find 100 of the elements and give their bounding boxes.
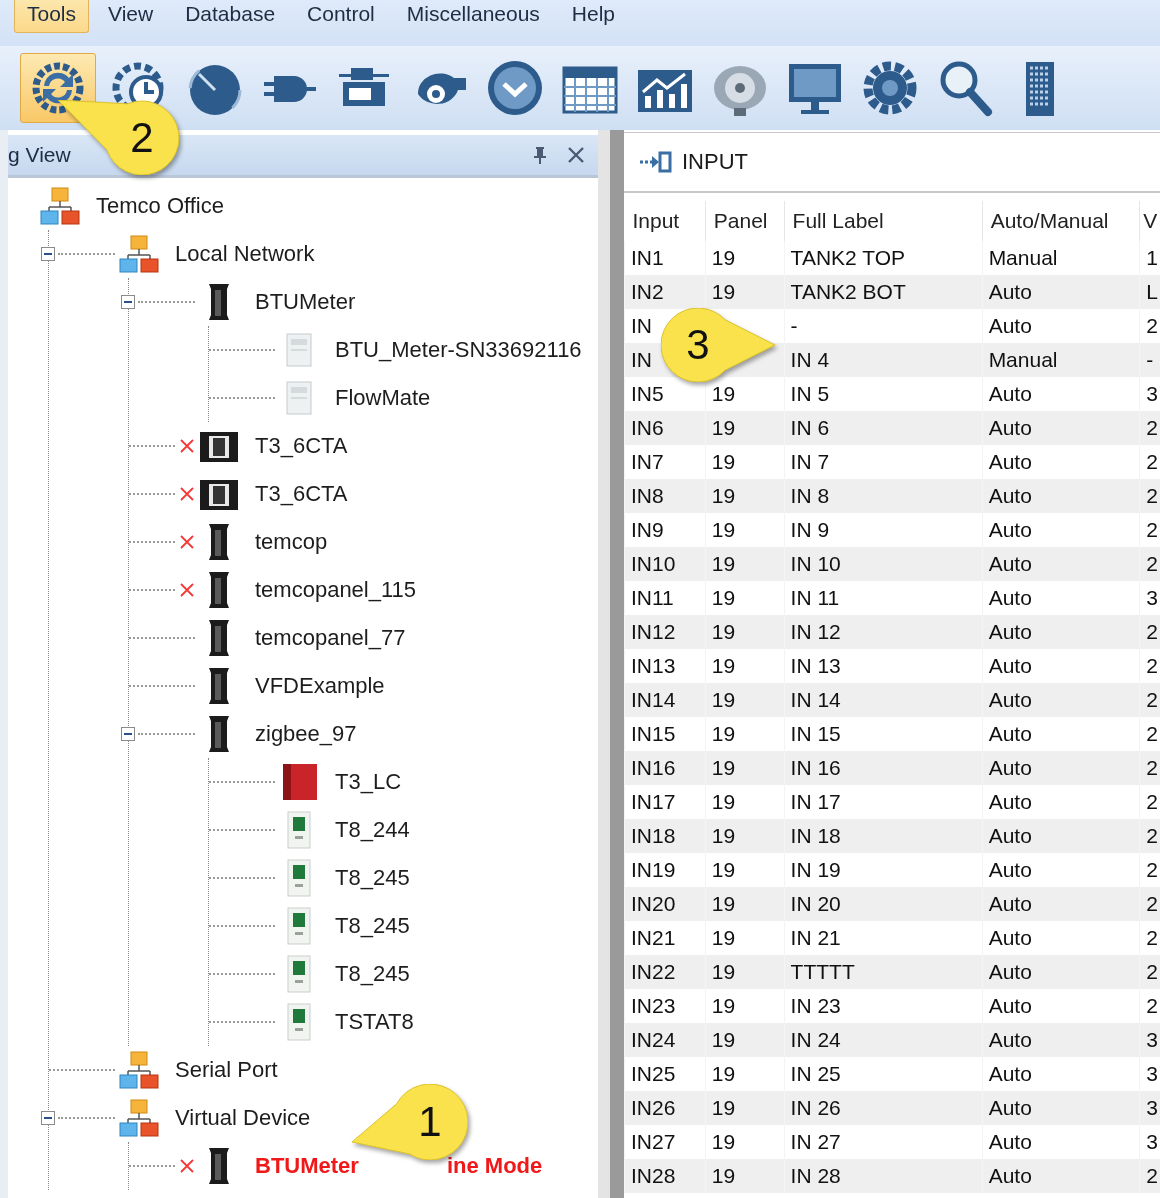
column-header[interactable]: Panel — [705, 201, 785, 241]
table-cell: Manual — [982, 343, 1140, 377]
tree-item[interactable]: TSTAT8 — [335, 1009, 414, 1035]
table-cell: TTTTT — [784, 955, 983, 989]
table-cell: IN 26 — [784, 1091, 983, 1125]
table-cell: 19 — [705, 751, 785, 785]
tree-item[interactable]: temcop — [255, 529, 328, 555]
input-icon — [638, 150, 672, 174]
table-cell: 2 — [1139, 955, 1160, 989]
expander-button[interactable] — [121, 727, 135, 741]
table-cell: 2 — [1139, 887, 1160, 921]
table-cell: Auto — [982, 1159, 1140, 1193]
tree-item[interactable]: T8_245 — [335, 865, 410, 891]
table-cell: Auto — [982, 955, 1140, 989]
table-cell: IN 24 — [784, 1023, 983, 1057]
table-cell: 19 — [705, 819, 785, 853]
table-cell: IN2 — [624, 275, 706, 309]
table-cell: Auto — [982, 1023, 1140, 1057]
table-cell: IN 8 — [784, 479, 983, 513]
table-cell: IN22 — [624, 955, 706, 989]
tree-item[interactable]: Local Network — [175, 241, 315, 267]
table-cell: Auto — [982, 683, 1140, 717]
tree-item[interactable]: Virtual Device — [175, 1105, 311, 1131]
table-cell: IN 12 — [784, 615, 983, 649]
menu-item[interactable]: Help — [558, 0, 629, 33]
column-header[interactable]: Full Label — [784, 201, 983, 241]
tree-item[interactable]: BTUMeter — [255, 289, 356, 315]
tree-item[interactable]: T3_LC — [335, 769, 402, 795]
table-cell: Auto — [982, 479, 1140, 513]
network-icon — [119, 1050, 159, 1090]
table-cell: 2 — [1139, 683, 1160, 717]
table-cell: 19 — [705, 1023, 785, 1057]
table-cell: 19 — [705, 275, 785, 309]
expander-button[interactable] — [41, 247, 55, 261]
table-cell: 2 — [1139, 751, 1160, 785]
panel-title: g View — [8, 143, 72, 167]
table-cell: - — [1139, 343, 1160, 377]
tree-item[interactable]: T3_6CTA — [255, 433, 348, 459]
table-cell: 19 — [705, 479, 785, 513]
table-cell: 19 — [705, 683, 785, 717]
column-header[interactable]: Input — [624, 201, 706, 241]
tree-item[interactable]: T8_245 — [335, 913, 410, 939]
table-cell: 2 — [1139, 615, 1160, 649]
table-cell: Auto — [982, 275, 1140, 309]
expander-button[interactable] — [41, 1111, 55, 1125]
menu-item[interactable]: Tools — [14, 0, 90, 33]
tree-item[interactable]: temcopanel_115 — [255, 577, 417, 603]
table-cell: 19 — [705, 547, 785, 581]
table-cell: 2 — [1139, 411, 1160, 445]
table-cell: IN 20 — [784, 887, 983, 921]
table-cell: Auto — [982, 1091, 1140, 1125]
tree-item[interactable]: FlowMate — [335, 385, 431, 411]
chevron-down-icon — [485, 58, 545, 118]
table-cell: IN24 — [624, 1023, 706, 1057]
tree-item[interactable]: T8_245 — [335, 961, 410, 987]
tree-item[interactable]: BTU_Meter-SN33692116 — [335, 337, 582, 363]
table-cell: 19 — [705, 1159, 785, 1193]
table-cell: 19 — [705, 1091, 785, 1125]
callout-tooltip: 3 — [661, 308, 775, 382]
table-cell: TANK2 BOT — [784, 275, 983, 309]
table-cell: IN 14 — [784, 683, 983, 717]
network-icon — [119, 234, 159, 274]
table-cell: IN8 — [624, 479, 706, 513]
tree-item[interactable]: temcopanel_77 — [255, 625, 406, 651]
table-cell: 2 — [1139, 1159, 1160, 1193]
table-cell: Auto — [982, 411, 1140, 445]
menu-item[interactable]: Control — [294, 0, 388, 33]
table-cell: Auto — [982, 751, 1140, 785]
menu-item[interactable]: Database — [172, 0, 289, 33]
table-cell: IN26 — [624, 1091, 706, 1125]
table-cell: IN 6 — [784, 411, 983, 445]
menu-item[interactable]: View — [95, 0, 167, 33]
table-cell: IN28 — [624, 1159, 706, 1193]
column-header[interactable]: Auto/Manual — [982, 201, 1140, 241]
table-cell: Auto — [982, 547, 1140, 581]
table-cell: Auto — [982, 887, 1140, 921]
table-cell: 19 — [705, 887, 785, 921]
table-cell: IN6 — [624, 411, 706, 445]
tree-item[interactable]: Temco Office — [96, 193, 224, 219]
table-cell: IN 28 — [784, 1159, 983, 1193]
table-cell: IN20 — [624, 887, 706, 921]
tree-item[interactable]: VFDExample — [255, 673, 385, 699]
table-cell: Auto — [982, 615, 1140, 649]
table-cell: IN 18 — [784, 819, 983, 853]
column-header[interactable]: V — [1139, 201, 1160, 241]
table-cell: 2 — [1139, 479, 1160, 513]
network-icon — [40, 186, 80, 226]
tree-item[interactable]: Serial Port — [175, 1057, 278, 1083]
table-cell: 3 — [1139, 1091, 1160, 1125]
tab-title[interactable]: INPUT — [682, 149, 748, 175]
expander-button[interactable] — [121, 295, 135, 309]
table-cell: 19 — [705, 955, 785, 989]
tree-item[interactable]: zigbee_97 — [255, 721, 357, 747]
table-cell: IN16 — [624, 751, 706, 785]
menu-item[interactable]: Miscellaneous — [393, 0, 553, 33]
network-icon — [119, 1098, 159, 1138]
table-cell: IN10 — [624, 547, 706, 581]
table-cell: 3 — [1139, 1023, 1160, 1057]
tree-item[interactable]: T8_244 — [335, 817, 410, 843]
tree-item[interactable]: T3_6CTA — [255, 481, 348, 507]
